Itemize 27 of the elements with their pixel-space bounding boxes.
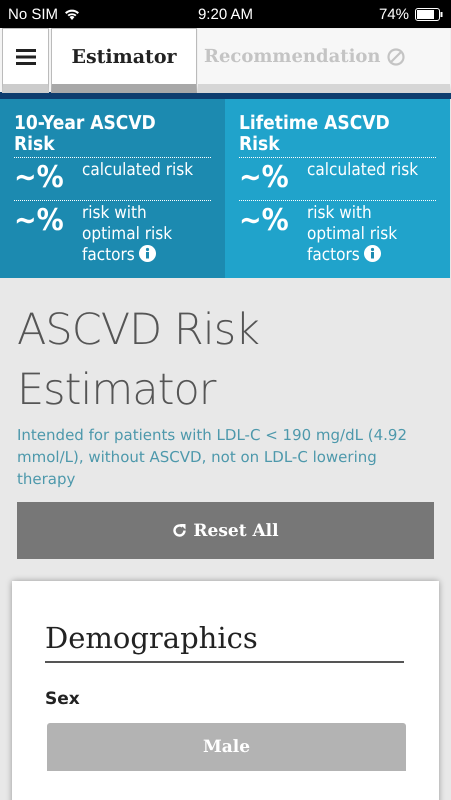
risk-label: risk with optimal risk factors — [82, 203, 174, 266]
risk-value: ~% — [14, 160, 65, 196]
panel-title: 10-Year ASCVD Risk — [14, 113, 211, 158]
reset-button[interactable]: Reset All — [17, 502, 434, 559]
field-label: Sex — [45, 689, 81, 709]
battery-icon — [414, 8, 443, 20]
menu-button[interactable] — [2, 28, 49, 93]
info-icon[interactable] — [138, 245, 156, 262]
refresh-icon — [172, 523, 188, 538]
carrier-label: No SIM — [8, 6, 58, 22]
menu-icon — [16, 48, 36, 64]
wifi-icon — [64, 8, 80, 20]
clock: 9:20 AM — [198, 6, 254, 22]
risk-value: ~% — [239, 203, 290, 239]
panel-title: Lifetime ASCVD Risk — [239, 113, 436, 158]
blocked-icon — [386, 48, 405, 66]
risk-value: ~% — [239, 160, 290, 196]
risk-label: risk with optimal risk factors — [307, 203, 398, 266]
risk-value: ~% — [14, 203, 65, 239]
page-title: ASCVD Risk Estimator — [17, 304, 260, 417]
battery-percent: 74% — [378, 6, 409, 22]
subtitle: Intended for patients with LDL-C < 190 mg/dL (4.92 mmol/L), without ASCVD, not on LDL-C lowering therapy — [17, 425, 408, 490]
risk-label: calculated risk — [307, 160, 420, 181]
section-title: Demographics — [45, 621, 404, 663]
tab[interactable]: Estimator — [51, 28, 197, 93]
info-icon[interactable] — [364, 245, 381, 262]
risk-label: calculated risk — [82, 160, 194, 181]
